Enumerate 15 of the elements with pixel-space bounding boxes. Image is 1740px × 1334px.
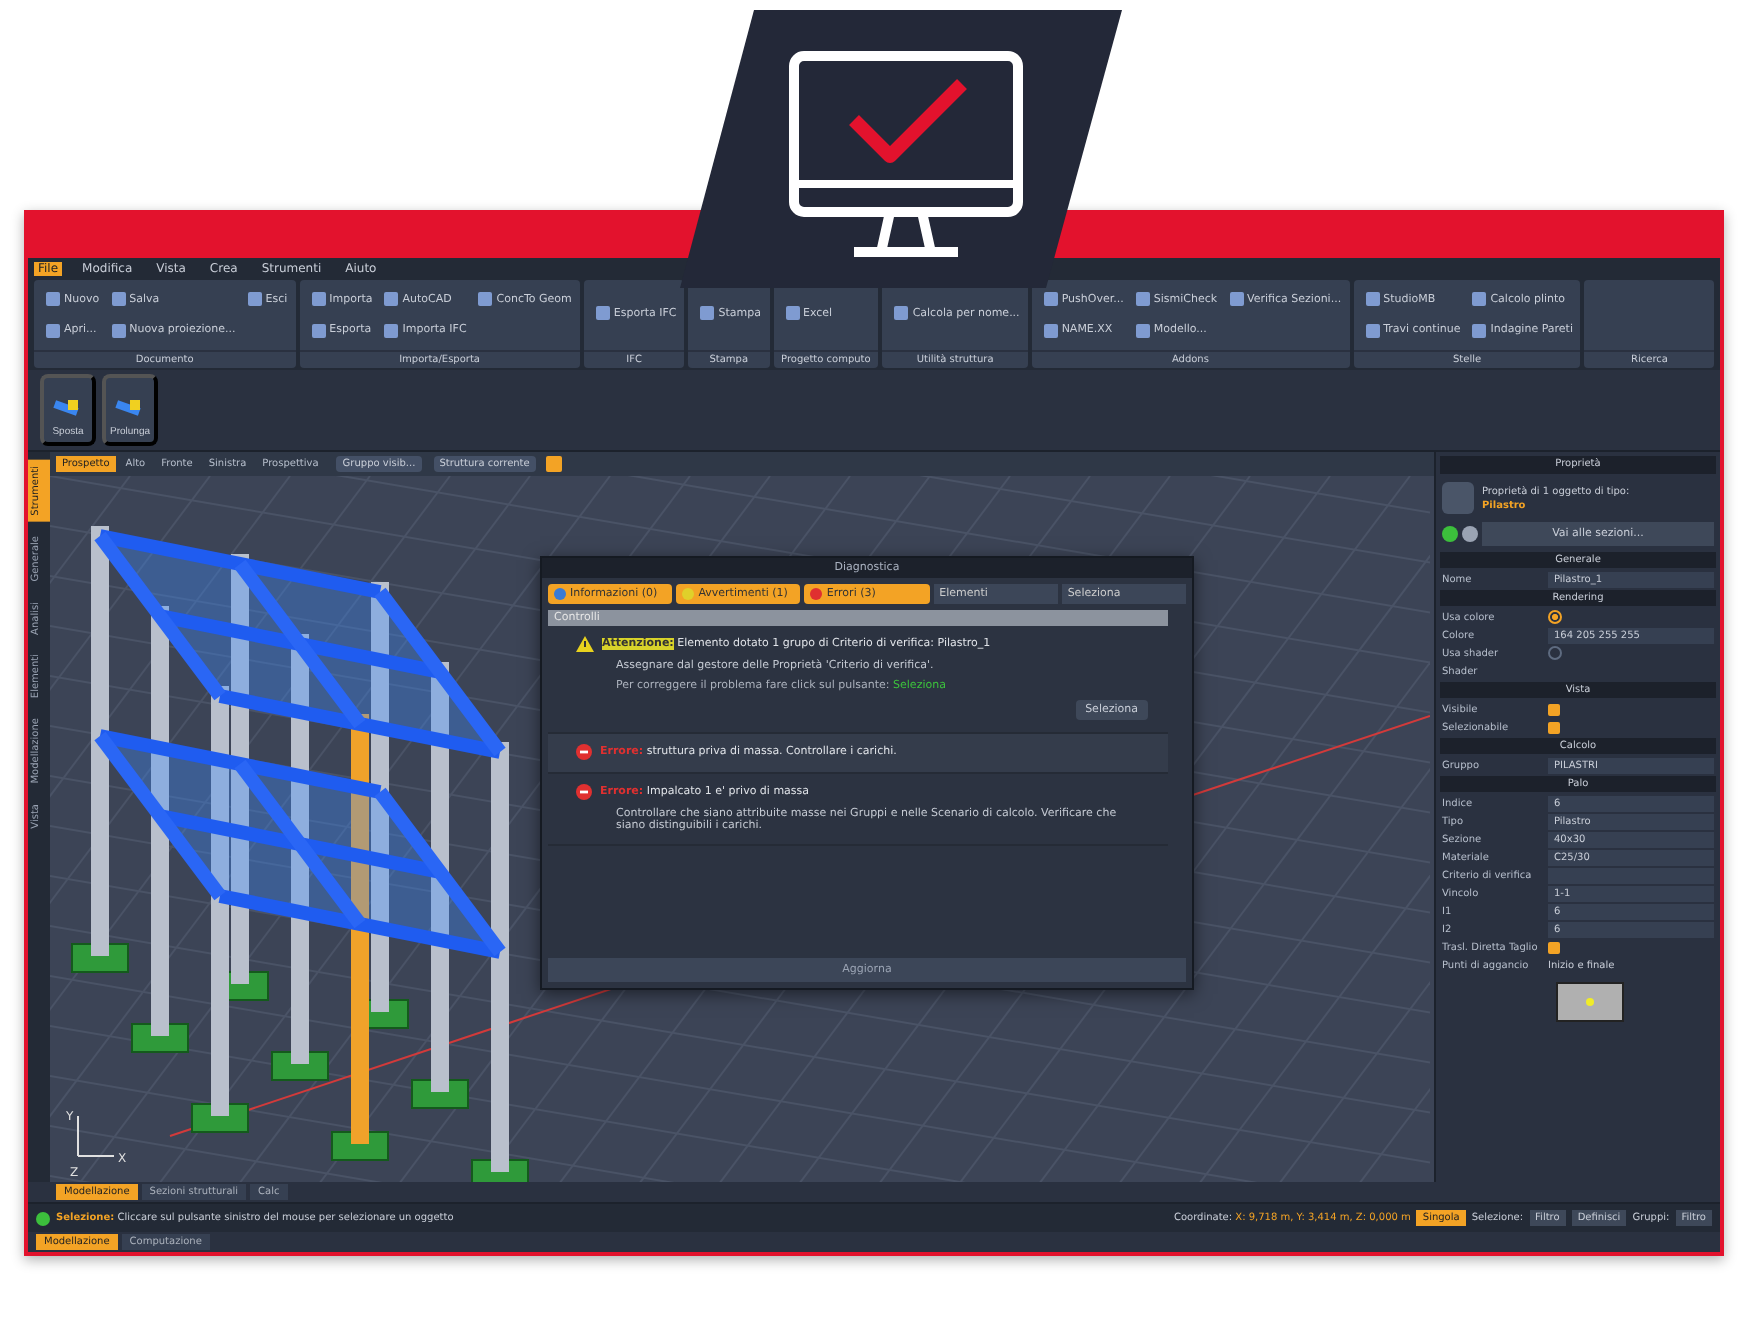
checkbox[interactable] [1548, 941, 1560, 953]
error-icon [576, 744, 592, 760]
error-icon [576, 784, 592, 800]
warning-icon [576, 636, 594, 652]
node-icon [1586, 998, 1594, 1006]
radio-button[interactable] [1548, 646, 1562, 660]
status-icon [36, 1211, 50, 1225]
radio-button[interactable] [1548, 610, 1562, 624]
axis-triad-icon [77, 1115, 115, 1157]
view-button[interactable] [545, 456, 562, 472]
beam-tool-icon [52, 398, 84, 422]
checkbox[interactable] [1548, 703, 1560, 715]
beam-tool-icon [114, 398, 146, 422]
checkbox[interactable] [1548, 721, 1560, 733]
monitor-check-icon [789, 51, 1023, 257]
